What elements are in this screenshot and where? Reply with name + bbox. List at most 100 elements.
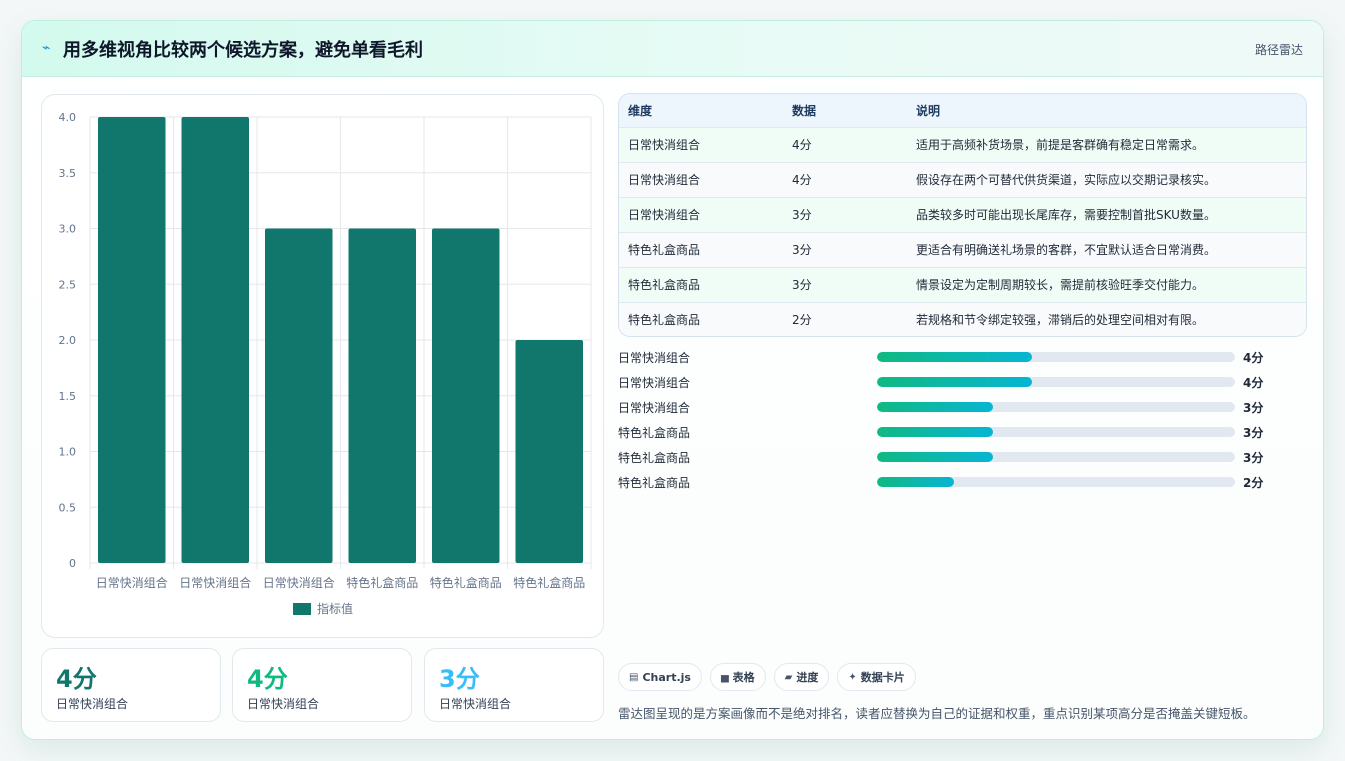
progress-track xyxy=(877,352,1235,362)
table-header-row: 维度 数据 说明 xyxy=(619,94,1306,127)
progress-fill xyxy=(877,477,955,487)
chip-data-card[interactable]: ✦ 数据卡片 xyxy=(837,663,916,691)
x-tick-label: 特色礼盒商品 xyxy=(430,575,502,590)
bar xyxy=(348,228,416,563)
chip-table[interactable]: ▅ 表格 xyxy=(709,663,766,691)
header-tag: 路径雷达 xyxy=(1254,43,1303,57)
table-cell: 情景设定为定制周期较长，需提前核验旺季交付能力。 xyxy=(916,278,1205,292)
progress-fill xyxy=(877,452,993,462)
stat-label: 日常快消组合 xyxy=(439,697,512,711)
y-tick-label: 1.5 xyxy=(59,390,77,403)
progress-fill xyxy=(877,377,1032,387)
table-row: 日常快消组合 4分 假设存在两个可替代供货渠道，实际应以交期记录核实。 xyxy=(619,162,1306,197)
y-tick-label: 2.5 xyxy=(59,278,77,291)
legend-label: 指标值 xyxy=(317,601,353,616)
footnote: 雷达图呈现的是方案画像而不是绝对排名，读者应替换为自己的证据和权重，重点识别某项… xyxy=(618,706,1256,721)
chip-chartjs[interactable]: ▤ Chart.js xyxy=(618,663,702,691)
sparkle-icon: ✦ xyxy=(848,671,857,683)
table-cell: 4分 xyxy=(792,173,812,187)
progress-label: 日常快消组合 xyxy=(618,351,691,365)
bar xyxy=(265,228,333,563)
table-cell: 特色礼盒商品 xyxy=(628,243,701,257)
progress-row: 日常快消组合 4分 xyxy=(618,349,1307,374)
table-cell: 品类较多时可能出现长尾库存，需要控制首批SKU数量。 xyxy=(916,208,1216,222)
progress-row: 特色礼盒商品 3分 xyxy=(618,449,1307,474)
x-tick-label: 日常快消组合 xyxy=(96,575,168,590)
progress-track xyxy=(877,477,1235,487)
table-row: 日常快消组合 4分 适用于高频补货场景，前提是客群确有稳定日常需求。 xyxy=(619,127,1306,162)
main-card: ⌁ 用多维视角比较两个候选方案，避免单看毛利 路径雷达 0 0.5 1.0 1.5 2.… xyxy=(21,20,1324,740)
stat-value: 4分 xyxy=(247,665,288,693)
table-row: 日常快消组合 3分 品类较多时可能出现长尾库存，需要控制首批SKU数量。 xyxy=(619,197,1306,232)
bar xyxy=(432,228,500,563)
progress-row: 日常快消组合 4分 xyxy=(618,374,1307,399)
progress-value: 3分 xyxy=(1243,401,1264,415)
chip-label: 进度 xyxy=(796,671,819,684)
x-tick-label: 日常快消组合 xyxy=(179,575,251,590)
lightning-bolt-icon: ⌁ xyxy=(42,40,51,56)
table-cell: 若规格和节令绑定较强，滞销后的处理空间相对有限。 xyxy=(916,313,1205,328)
table-cell: 日常快消组合 xyxy=(628,208,701,222)
table-cell: 特色礼盒商品 xyxy=(628,313,701,328)
progress-list: 日常快消组合 4分 日常快消组合 4分 日常快消组合 3分 特色礼盒商品 3分 … xyxy=(618,349,1307,499)
y-tick-label: 1.0 xyxy=(59,446,77,459)
page-title: 用多维视角比较两个候选方案，避免单看毛利 xyxy=(63,40,423,61)
stat-card-3: 3分 日常快消组合 xyxy=(424,648,604,722)
progress-row: 特色礼盒商品 3分 xyxy=(618,424,1307,449)
progress-label: 特色礼盒商品 xyxy=(618,426,691,440)
progress-track xyxy=(877,402,1235,412)
table-cell: 更适合有明确送礼场景的客群，不宜默认适合日常消费。 xyxy=(916,243,1217,257)
chip-progress[interactable]: ▰ 进度 xyxy=(773,663,830,691)
table-cell: 日常快消组合 xyxy=(628,173,701,187)
stat-label: 日常快消组合 xyxy=(56,697,129,711)
y-tick-label: 2.0 xyxy=(59,334,77,347)
progress-value: 3分 xyxy=(1243,426,1264,440)
progress-label: 特色礼盒商品 xyxy=(618,451,691,465)
progress-value: 4分 xyxy=(1243,351,1264,365)
progress-fill xyxy=(877,427,993,437)
x-tick-label: 特色礼盒商品 xyxy=(346,575,418,590)
stat-label: 日常快消组合 xyxy=(247,697,320,711)
table-cell: 假设存在两个可替代供货渠道，实际应以交期记录核实。 xyxy=(916,173,1217,187)
stat-card-2: 4分 日常快消组合 xyxy=(232,648,412,722)
progress-row: 日常快消组合 3分 xyxy=(618,399,1307,424)
table-cell: 4分 xyxy=(792,138,812,152)
table-icon: ▅ xyxy=(720,671,729,683)
table-cell: 2分 xyxy=(792,313,812,328)
progress-fill xyxy=(877,402,993,412)
data-table: 维度 数据 说明 日常快消组合 4分 适用于高频补货场景，前提是客群确有稳定日常… xyxy=(618,93,1307,337)
progress-label: 日常快消组合 xyxy=(618,401,691,415)
progress-label: 日常快消组合 xyxy=(618,376,691,390)
table-header: 说明 xyxy=(916,103,941,118)
table-row: 特色礼盒商品 3分 更适合有明确送礼场景的客群，不宜默认适合日常消费。 xyxy=(619,232,1306,267)
table-cell: 日常快消组合 xyxy=(628,138,701,152)
progress-value: 4分 xyxy=(1243,376,1264,390)
x-tick-label: 日常快消组合 xyxy=(263,575,335,590)
bar xyxy=(515,340,583,563)
table-cell: 适用于高频补货场景，前提是客群确有稳定日常需求。 xyxy=(916,138,1205,152)
x-tick-label: 特色礼盒商品 xyxy=(513,575,585,590)
stat-card-1: 4分 日常快消组合 xyxy=(41,648,221,722)
y-tick-label: 0.5 xyxy=(59,501,77,514)
chip-label: 表格 xyxy=(732,671,755,684)
table-header: 数据 xyxy=(792,103,817,118)
progress-value: 3分 xyxy=(1243,451,1264,465)
chart-icon: ▤ xyxy=(629,671,639,683)
y-tick-label: 4.0 xyxy=(59,111,77,124)
table-row: 特色礼盒商品 2分 若规格和节令绑定较强，滞销后的处理空间相对有限。 xyxy=(619,302,1306,336)
table-header: 维度 xyxy=(628,103,653,118)
progress-value: 2分 xyxy=(1243,476,1264,490)
legend-swatch xyxy=(293,603,311,615)
stat-value: 3分 xyxy=(439,665,480,693)
progress-fill xyxy=(877,352,1032,362)
table-cell: 3分 xyxy=(792,278,812,292)
progress-icon: ▰ xyxy=(784,671,793,683)
table-row: 特色礼盒商品 3分 情景设定为定制周期较长，需提前核验旺季交付能力。 xyxy=(619,267,1306,302)
table-cell: 3分 xyxy=(792,243,812,257)
bar-chart: 00.51.01.52.02.53.03.54.0日常快消组合 日常快消组合 日常快… xyxy=(59,111,592,616)
y-tick-label: 3.5 xyxy=(59,167,77,180)
bar xyxy=(181,117,249,563)
progress-track xyxy=(877,377,1235,387)
bar xyxy=(98,117,166,563)
progress-label: 特色礼盒商品 xyxy=(618,476,691,490)
